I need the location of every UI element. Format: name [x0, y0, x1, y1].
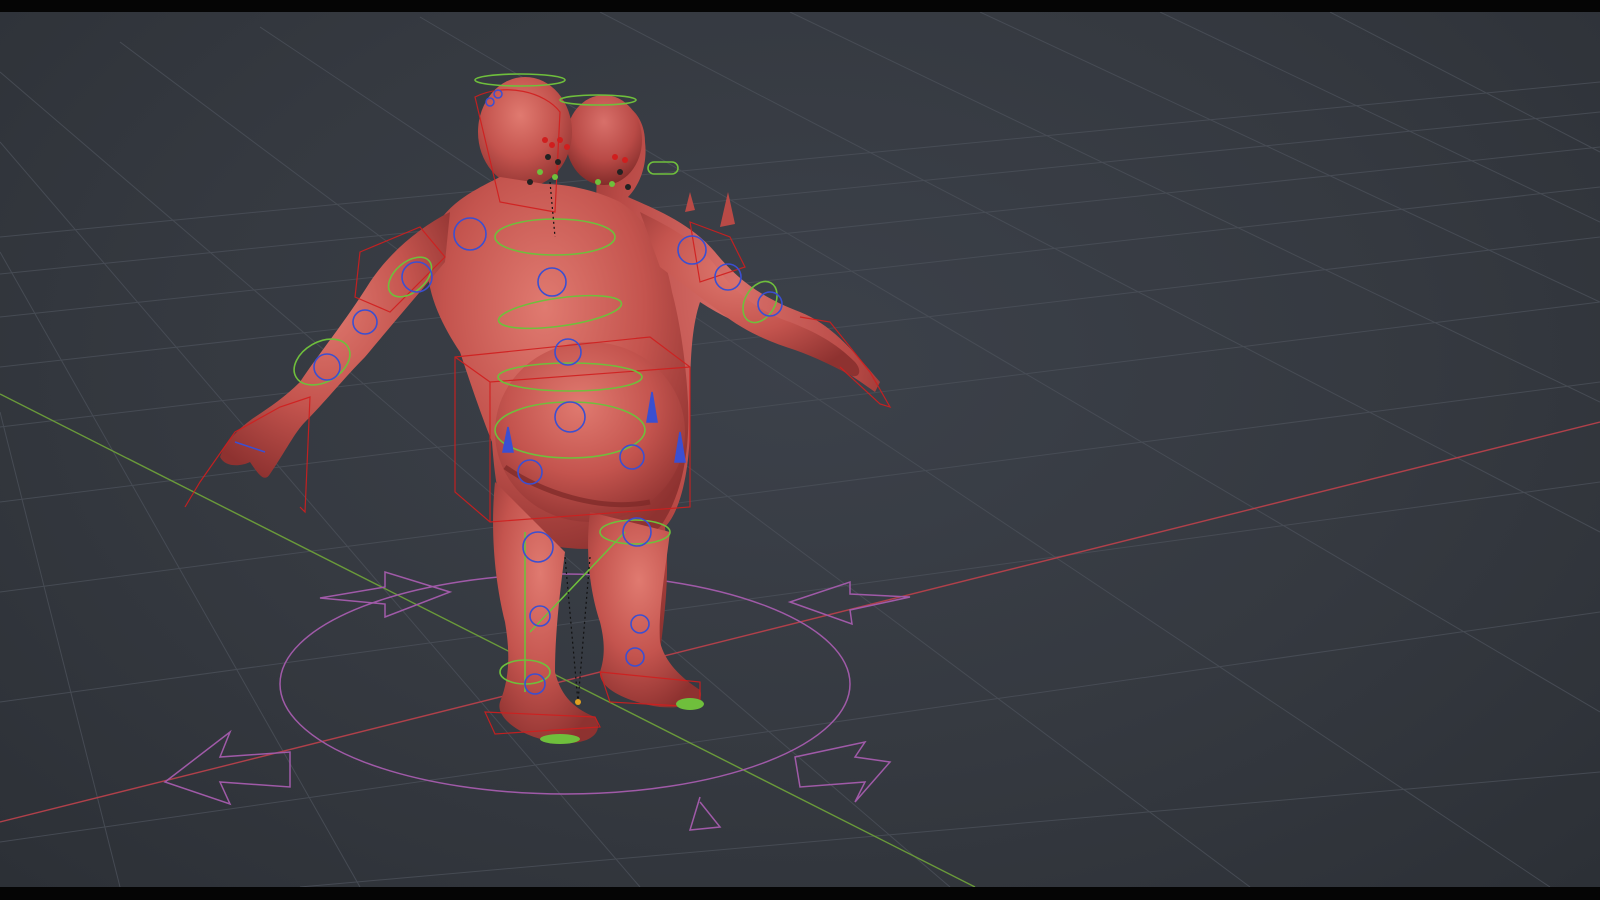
- y-axis-line: [0, 393, 976, 887]
- 3d-viewport[interactable]: [0, 12, 1600, 887]
- pole-target[interactable]: [575, 699, 581, 705]
- letterbox-top: [0, 0, 1600, 12]
- shoulder-spikes: [685, 192, 735, 227]
- arm-left: [220, 212, 450, 478]
- letterbox-bottom: [0, 887, 1600, 900]
- leg-right: [588, 512, 701, 708]
- character-mesh-front[interactable]: [220, 77, 860, 743]
